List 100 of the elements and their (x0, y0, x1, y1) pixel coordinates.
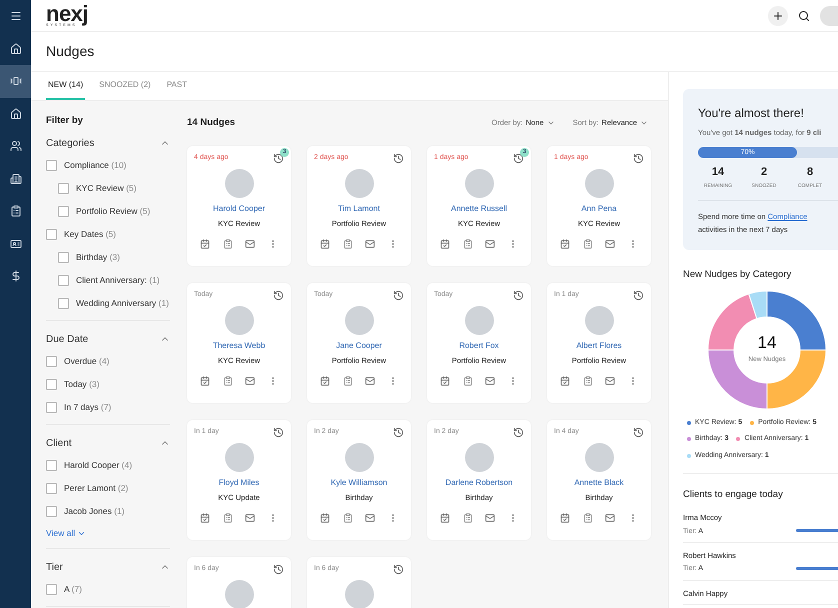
mail-icon[interactable] (605, 513, 616, 524)
calendar-icon[interactable] (560, 376, 570, 386)
history-icon[interactable] (633, 290, 644, 301)
calendar-icon[interactable] (560, 239, 570, 250)
mail-icon[interactable] (245, 239, 256, 250)
client-name[interactable]: Floyd Miles (218, 477, 260, 489)
avatar-placeholder (224, 306, 254, 335)
calendar-icon[interactable] (320, 513, 330, 524)
checkbox[interactable] (46, 584, 57, 596)
history-icon[interactable] (393, 564, 404, 575)
clipboard-icon[interactable] (342, 513, 353, 524)
clipboard-icon[interactable] (462, 376, 473, 386)
checkbox[interactable] (58, 252, 69, 264)
home-icon (10, 108, 22, 120)
history-icon[interactable] (393, 427, 404, 438)
client-name[interactable]: Tim Lamont (338, 203, 380, 215)
client-name[interactable]: Albert Flores (576, 340, 622, 352)
checkbox[interactable] (46, 229, 57, 240)
calendar-icon[interactable] (440, 376, 450, 386)
mail-icon[interactable] (365, 513, 376, 524)
checkbox[interactable] (58, 183, 69, 194)
history-icon[interactable] (273, 290, 284, 301)
checkbox[interactable] (46, 483, 57, 494)
filter-option: Portfolio Review (5) (76, 205, 150, 218)
filter-option: Overdue (4) (64, 355, 110, 368)
plus-icon (772, 10, 784, 22)
clipboard-icon[interactable] (222, 513, 233, 524)
search-icon[interactable] (798, 10, 810, 22)
client-name[interactable]: Ann Pena (581, 203, 617, 215)
nav-item[interactable] (0, 65, 31, 98)
avatar-placeholder (224, 443, 254, 472)
mail-icon[interactable] (485, 513, 496, 524)
mail-icon[interactable] (485, 239, 496, 250)
client-name[interactable]: Robert Fox (459, 340, 499, 352)
checkbox[interactable] (46, 506, 57, 518)
history-icon[interactable] (273, 427, 284, 438)
client-name[interactable]: Jane Cooper (336, 340, 382, 352)
mail-icon[interactable] (605, 376, 616, 386)
filter-option: Birthday (3) (76, 251, 120, 264)
clipboard-icon[interactable] (342, 239, 353, 250)
clipboard-icon[interactable] (582, 513, 593, 524)
people-icon (10, 140, 22, 152)
client-name[interactable]: Theresa Webb (212, 340, 266, 352)
stat-value: 2 (760, 165, 768, 180)
mail-icon[interactable] (245, 376, 256, 386)
checkbox[interactable] (58, 298, 69, 310)
mail-icon[interactable] (245, 513, 256, 524)
calendar-icon[interactable] (560, 513, 570, 524)
mail-icon[interactable] (485, 376, 496, 386)
client-name[interactable]: Annette Russell (450, 203, 508, 215)
clipboard-icon[interactable] (222, 239, 233, 250)
add-button[interactable] (768, 6, 788, 26)
client-name[interactable]: Kyle Williamson (330, 477, 388, 489)
checkbox[interactable] (58, 275, 69, 286)
calendar-icon[interactable] (200, 376, 210, 386)
checkbox[interactable] (46, 356, 57, 368)
mail-icon[interactable] (605, 239, 616, 250)
history-icon[interactable] (393, 290, 404, 301)
avatar-placeholder (224, 580, 254, 608)
history-icon[interactable] (513, 153, 524, 164)
calendar-icon[interactable] (320, 376, 330, 386)
client-name[interactable]: Harold Cooper (212, 203, 266, 215)
clipboard-icon[interactable] (462, 513, 473, 524)
checkbox[interactable] (46, 379, 57, 390)
clipboard-icon[interactable] (582, 239, 593, 250)
calendar-icon[interactable] (200, 239, 210, 250)
calendar-icon[interactable] (440, 239, 450, 250)
calendar-icon[interactable] (320, 239, 330, 250)
clipboard-icon[interactable] (342, 376, 353, 386)
section-title: Clients to engage today (683, 488, 784, 502)
checkbox[interactable] (46, 460, 57, 472)
calendar-icon[interactable] (200, 513, 210, 524)
tab[interactable]: SNOOZED (2) (97, 71, 153, 100)
dollar-icon (10, 270, 22, 282)
checkbox[interactable] (58, 206, 69, 218)
history-icon[interactable] (633, 427, 644, 438)
history-icon[interactable] (513, 427, 524, 438)
history-icon[interactable] (633, 153, 644, 164)
client-name[interactable]: Darlene Robertson (445, 477, 513, 489)
view-all-link[interactable]: View all (46, 526, 76, 540)
checkbox[interactable] (46, 402, 57, 414)
avatar-placeholder (584, 443, 614, 472)
mail-icon[interactable] (365, 376, 376, 386)
tab[interactable]: PAST (164, 71, 189, 100)
checkbox[interactable] (46, 160, 57, 172)
mail-icon[interactable] (365, 239, 376, 250)
clipboard-icon[interactable] (582, 376, 593, 386)
history-icon[interactable] (273, 564, 284, 575)
client-name[interactable]: Annette Black (574, 477, 624, 489)
menu-icon (10, 10, 22, 22)
clipboard-icon[interactable] (462, 239, 473, 250)
avatar-placeholder (464, 306, 494, 335)
history-icon[interactable] (513, 290, 524, 301)
history-icon[interactable] (393, 153, 404, 164)
caret-icon (546, 119, 555, 127)
filter-option: Compliance (10) (64, 159, 126, 172)
clipboard-icon (10, 205, 22, 218)
history-icon[interactable] (273, 153, 284, 164)
clipboard-icon[interactable] (222, 376, 233, 386)
calendar-icon[interactable] (440, 513, 450, 524)
